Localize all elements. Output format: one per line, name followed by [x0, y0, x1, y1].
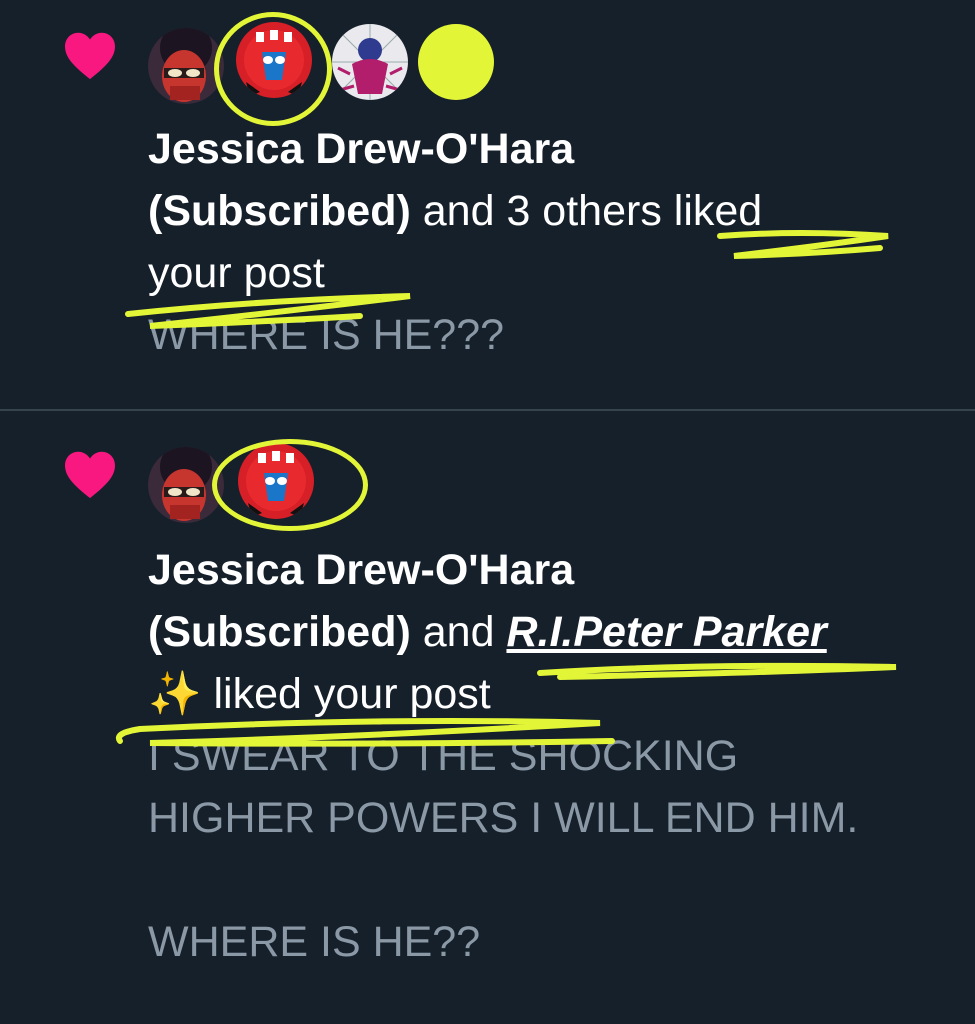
liker-name[interactable]: Jessica Drew-O'Hara	[148, 118, 938, 180]
notification-like-1[interactable]: Jessica Drew-O'Hara (Subscribed) and 3 o…	[0, 0, 975, 410]
heart-icon	[65, 32, 115, 80]
highlight-circle	[214, 12, 332, 126]
avatar-spider-woman[interactable]	[148, 28, 224, 104]
notification-like-2[interactable]: Jessica Drew-O'Hara (Subscribed) and R.I…	[0, 411, 975, 1024]
sparkles-icon: ✨	[148, 670, 202, 718]
subscribed-label: (Subscribed)	[148, 608, 411, 656]
liker-name[interactable]: Jessica Drew-O'Hara	[148, 539, 938, 601]
post-preview[interactable]: WHERE IS HE???	[148, 304, 938, 366]
avatar-comic-spider[interactable]	[332, 24, 408, 100]
avatar-redacted[interactable]	[418, 24, 494, 100]
post-preview-line[interactable]: I SWEAR TO THE SHOCKING	[148, 725, 938, 787]
post-preview-line[interactable]: WHERE IS HE??	[148, 911, 938, 973]
connector-text: and	[410, 608, 507, 656]
action-text: liked your post	[201, 670, 491, 718]
highlight-circle	[212, 439, 368, 531]
liked-by-others: and 3 others liked	[410, 187, 763, 235]
heart-icon	[65, 451, 115, 499]
post-preview-line[interactable]: HIGHER POWERS I WILL END HIM.	[148, 787, 938, 849]
subscribed-label: (Subscribed)	[148, 187, 411, 235]
second-liker-name[interactable]: R.I.Peter Parker	[506, 608, 826, 656]
post-preview-blank	[148, 849, 938, 911]
action-text: your post	[148, 249, 325, 297]
